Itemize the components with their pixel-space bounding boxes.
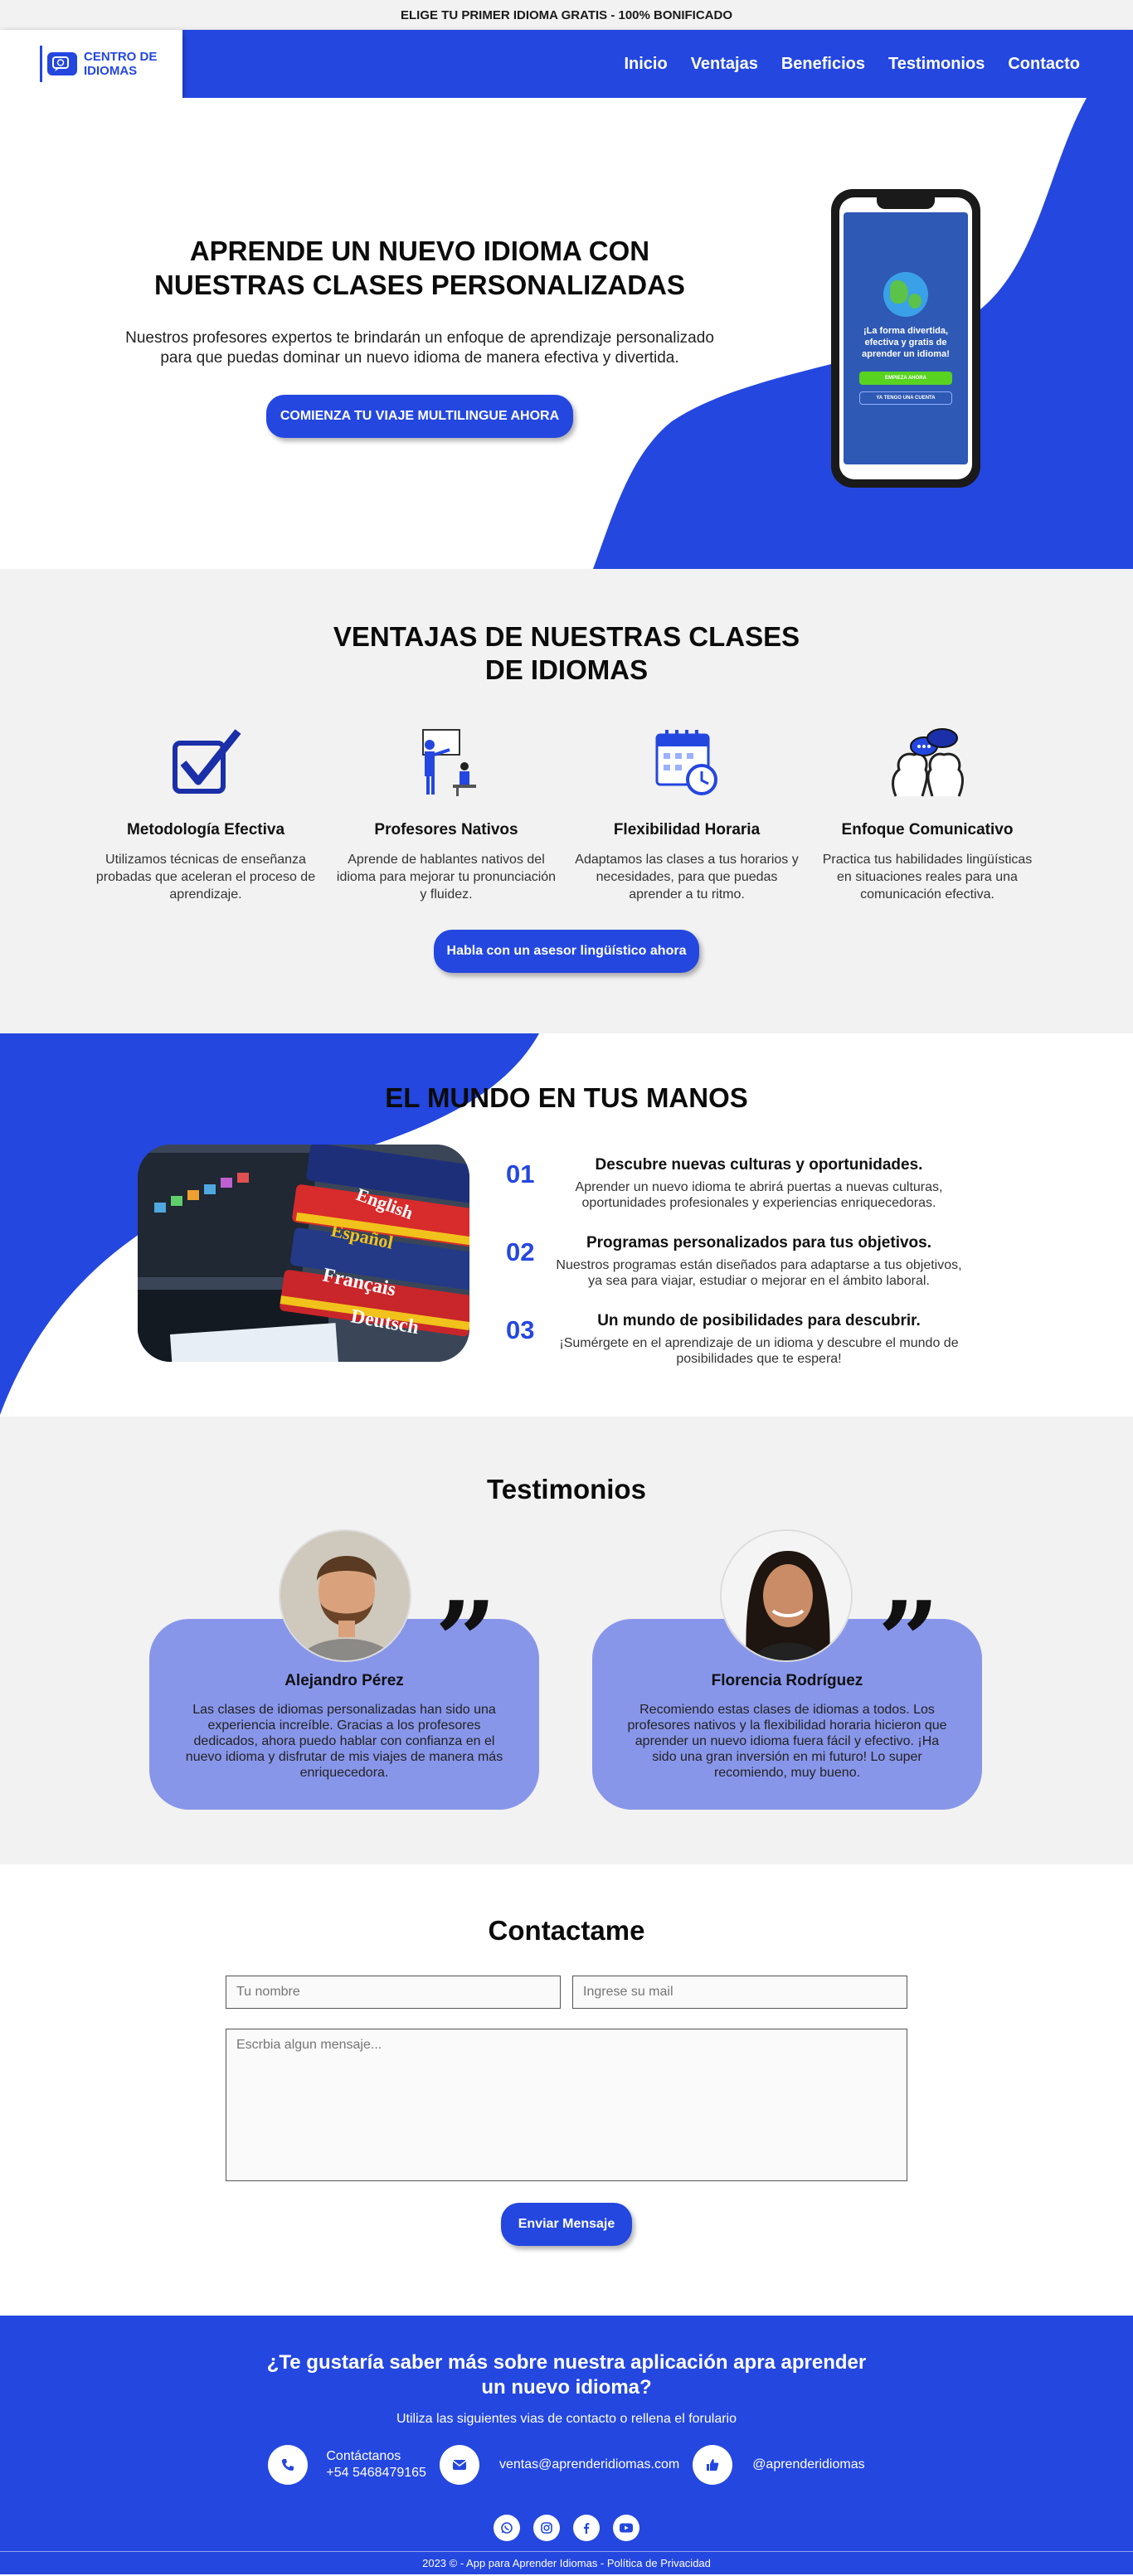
- logo-line-1: CENTRO DE: [84, 50, 158, 64]
- calendar-clock-icon: [575, 725, 799, 800]
- hero-description: Nuestros profesores expertos te brindará…: [125, 329, 714, 367]
- feature-title: Profesores Nativos: [374, 821, 518, 838]
- feature-text: Adaptamos las clases a tus horarios y ne…: [575, 853, 799, 902]
- phone-contact: Contáctanos +54 5468479165: [326, 2448, 426, 2481]
- feature-item: Profesores Nativos Aprende de hablantes …: [334, 725, 558, 903]
- feature-text: Utilizamos técnicas de enseñanza probada…: [95, 853, 316, 902]
- facebook-icon[interactable]: [573, 2515, 600, 2541]
- app-message: ¡La forma divertida, efectiva y gratis d…: [862, 326, 950, 359]
- contact-section: Contactame Enviar Mensaje: [0, 1864, 1133, 2316]
- app-start-button: EMPIEZA AHORA: [859, 372, 952, 385]
- nav-links: Inicio Ventajas Beneficios Testimonios C…: [624, 30, 1080, 98]
- benefit-item: 03 Un mundo de posibilidades para descub…: [506, 1312, 970, 1367]
- footer-title-line-1: ¿Te gustaría saber más sobre nuestra apl…: [266, 2351, 867, 2374]
- feature-title: Flexibilidad Horaria: [613, 821, 761, 838]
- copyright-bar: 2023 © - App para Aprender Idiomas - Pol…: [0, 2551, 1133, 2574]
- testimonios-title: Testimonios: [487, 1474, 646, 1504]
- advisor-cta-button[interactable]: Habla con un asesor lingüístico ahora: [434, 930, 699, 973]
- contact-title: Contactame: [488, 1915, 645, 1946]
- feature-title: Metodología Efectiva: [126, 821, 285, 838]
- mail-icon[interactable]: [439, 2445, 479, 2485]
- email-field[interactable]: [572, 1976, 907, 2009]
- avatar: [720, 1529, 853, 1662]
- hero-section: APRENDE UN NUEVO IDIOMA CON NUESTRAS CLA…: [0, 98, 1133, 569]
- benefit-text: Nuestros programas están diseñados para …: [556, 1258, 962, 1288]
- benefit-item: 01 Descubre nuevas culturas y oportunida…: [506, 1156, 970, 1211]
- logo-text: CENTRO DE IDIOMAS: [84, 50, 157, 78]
- testimonios-section: Testimonios Alejandro Pérez Las clases d…: [0, 1417, 1133, 1864]
- nav-link-testimonios[interactable]: Testimonios: [888, 55, 985, 74]
- social-handle[interactable]: @aprenderidiomas: [752, 2457, 864, 2473]
- thumbs-up-icon[interactable]: [693, 2445, 733, 2485]
- promo-text: ELIGE TU PRIMER IDIOMA GRATIS - 100% BON…: [400, 7, 733, 22]
- features-list: Metodología Efectiva Utilizamos técnicas…: [0, 725, 1133, 903]
- phone-mockup: ¡La forma divertida, efectiva y gratis d…: [831, 189, 980, 488]
- message-field[interactable]: [226, 2029, 907, 2181]
- testimonial-text: Recomiendo estas clases de idiomas a tod…: [627, 1703, 947, 1780]
- name-field[interactable]: [226, 1976, 561, 2009]
- benefit-item: 02 Programas personalizados para tus obj…: [506, 1234, 970, 1289]
- phone-label: Contáctanos: [326, 2449, 401, 2463]
- logo-bar: [40, 46, 42, 82]
- books-image: English Español Français Deutsch: [138, 1145, 469, 1362]
- chat-language-icon: [47, 52, 77, 75]
- nav-link-contacto[interactable]: Contacto: [1008, 55, 1080, 74]
- mundo-title: EL MUNDO EN TUS MANOS: [385, 1082, 748, 1113]
- benefit-number: 02: [506, 1237, 535, 1266]
- instagram-icon[interactable]: [533, 2515, 560, 2541]
- logo-line-2: IDIOMAS: [84, 64, 138, 78]
- nav-link-beneficios[interactable]: Beneficios: [781, 55, 865, 74]
- feature-item: Flexibilidad Horaria Adaptamos las clase…: [575, 725, 799, 903]
- teacher-icon: [334, 725, 558, 800]
- promo-bar: ELIGE TU PRIMER IDIOMA GRATIS - 100% BON…: [0, 0, 1133, 30]
- footer-info: ¿Te gustaría saber más sobre nuestra apl…: [0, 2316, 1133, 2551]
- nav-link-ventajas[interactable]: Ventajas: [691, 55, 758, 74]
- conversation-icon: [815, 725, 1039, 800]
- benefit-text: ¡Sumérgete en el aprendizaje de un idiom…: [559, 1336, 959, 1366]
- globe-icon: [883, 272, 928, 317]
- phone-icon[interactable]: [268, 2445, 309, 2485]
- navbar: CENTRO DE IDIOMAS Inicio Ventajas Benefi…: [0, 30, 1133, 98]
- nav-link-inicio[interactable]: Inicio: [624, 55, 667, 74]
- phone-screen: ¡La forma divertida, efectiva y gratis d…: [839, 197, 972, 479]
- ventajas-section: VENTAJAS DE NUESTRAS CLASES DE IDIOMAS M…: [0, 569, 1133, 1033]
- testimonial-text: Las clases de idiomas personalizadas han…: [185, 1703, 503, 1780]
- benefit-text: Aprender un nuevo idioma te abrirá puert…: [575, 1180, 943, 1210]
- email-address[interactable]: ventas@aprenderidiomas.com: [499, 2457, 679, 2473]
- copyright-text[interactable]: 2023 © - App para Aprender Idiomas - Pol…: [422, 2557, 711, 2569]
- feature-title: Enfoque Comunicativo: [841, 821, 1014, 838]
- mundo-section: EL MUNDO EN TUS MANOS English Español Fr…: [0, 1033, 1133, 1417]
- hero-content: APRENDE UN NUEVO IDIOMA CON NUESTRAS CLA…: [124, 234, 715, 438]
- quote-icon: ”: [878, 1577, 940, 1704]
- checkbox-icon: [94, 725, 318, 800]
- social-links: [0, 2515, 1133, 2541]
- whatsapp-icon[interactable]: [494, 2515, 520, 2541]
- footer-title-line-2: un nuevo idioma?: [481, 2376, 652, 2399]
- contact-row: Contáctanos +54 5468479165 ventas@aprend…: [0, 2445, 1133, 2485]
- feature-text: Aprende de hablantes nativos del idioma …: [336, 853, 557, 902]
- footer-subtitle: Utiliza las siguientes vias de contacto …: [396, 2412, 737, 2426]
- youtube-icon[interactable]: [613, 2515, 639, 2541]
- benefit-title: Descubre nuevas culturas y oportunidades…: [595, 1156, 923, 1174]
- quote-icon: ”: [435, 1577, 497, 1704]
- benefits-list: 01 Descubre nuevas culturas y oportunida…: [506, 1156, 970, 1390]
- footer-title: ¿Te gustaría saber más sobre nuestra apl…: [0, 2350, 1133, 2400]
- phone-notch: [877, 197, 935, 209]
- ventajas-title: VENTAJAS DE NUESTRAS CLASES DE IDIOMAS: [333, 621, 800, 685]
- logo[interactable]: CENTRO DE IDIOMAS: [0, 30, 182, 98]
- phone-number[interactable]: +54 5468479165: [326, 2465, 426, 2481]
- app-screen: ¡La forma divertida, efectiva y gratis d…: [844, 212, 968, 464]
- feature-item: Enfoque Comunicativo Practica tus habili…: [815, 725, 1039, 903]
- hero-title: APRENDE UN NUEVO IDIOMA CON NUESTRAS CLA…: [154, 236, 685, 300]
- benefit-title: Programas personalizados para tus objeti…: [586, 1234, 931, 1252]
- benefit-title: Un mundo de posibilidades para descubrir…: [597, 1312, 921, 1329]
- hero-cta-button[interactable]: COMIENZA TU VIAJE MULTILINGUE AHORA: [266, 395, 573, 438]
- avatar: [279, 1529, 411, 1662]
- benefit-number: 03: [506, 1315, 535, 1344]
- feature-item: Metodología Efectiva Utilizamos técnicas…: [94, 725, 318, 903]
- app-login-button: YA TENGO UNA CUENTA: [859, 391, 952, 405]
- send-message-button[interactable]: Enviar Mensaje: [501, 2203, 632, 2246]
- feature-text: Practica tus habilidades lingüísticas en…: [822, 853, 1033, 902]
- benefit-number: 01: [506, 1159, 535, 1188]
